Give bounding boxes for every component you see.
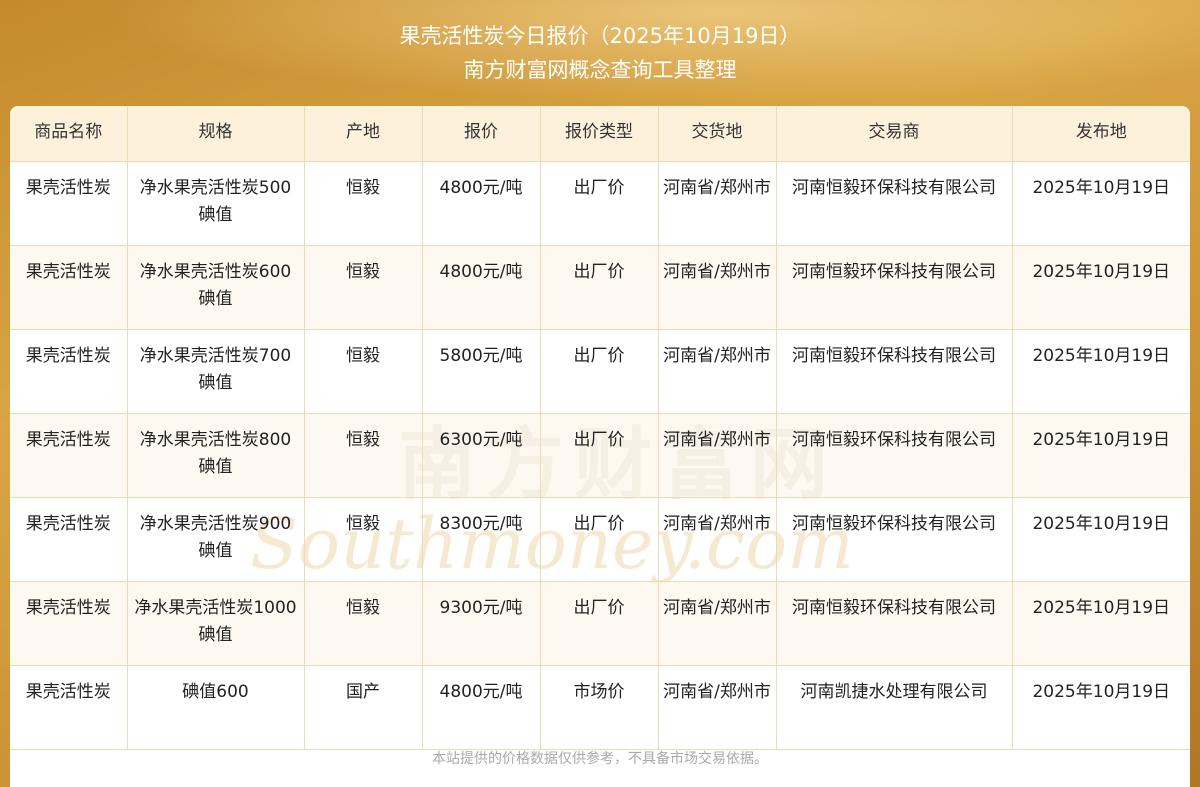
cell-price-type: 出厂价 (540, 581, 659, 666)
cell-price-type: 出厂价 (540, 413, 659, 498)
cell-price: 4800元/吨 (422, 161, 541, 246)
cell-date: 2025年10月19日 (1012, 581, 1190, 666)
column-header-trader: 交易商 (776, 106, 1013, 162)
cell-price-type: 市场价 (540, 665, 659, 750)
disclaimer-note: 本站提供的价格数据仅供参考，不具备市场交易依据。 (432, 751, 768, 767)
column-header-date: 发布地 (1012, 106, 1190, 162)
column-header-price-type: 报价类型 (540, 106, 659, 162)
cell-delivery: 河南省/郑州市 (658, 581, 777, 666)
cell-product: 果壳活性炭 (10, 581, 128, 666)
cell-product: 果壳活性炭 (10, 413, 128, 498)
cell-trader: 河南恒毅环保科技有限公司 (776, 329, 1013, 414)
cell-origin: 恒毅 (304, 413, 423, 498)
cell-price-type: 出厂价 (540, 497, 659, 582)
cell-trader: 河南恒毅环保科技有限公司 (776, 581, 1013, 666)
cell-price: 5800元/吨 (422, 329, 541, 414)
cell-price: 9300元/吨 (422, 581, 541, 666)
cell-date: 2025年10月19日 (1012, 665, 1190, 750)
price-table-panel: 南方财富网 Southmoney.com 商品名称 规格 产地 报价 报价类型 … (10, 106, 1190, 787)
cell-spec: 净水果壳活性炭500碘值 (127, 161, 305, 246)
cell-product: 果壳活性炭 (10, 161, 128, 246)
cell-delivery: 河南省/郑州市 (658, 329, 777, 414)
cell-delivery: 河南省/郑州市 (658, 245, 777, 330)
column-header-origin: 产地 (304, 106, 423, 162)
cell-spec: 净水果壳活性炭900碘值 (127, 497, 305, 582)
cell-price-type: 出厂价 (540, 329, 659, 414)
cell-date: 2025年10月19日 (1012, 413, 1190, 498)
cell-price: 8300元/吨 (422, 497, 541, 582)
column-header-spec: 规格 (127, 106, 305, 162)
cell-spec: 净水果壳活性炭1000碘值 (127, 581, 305, 666)
cell-product: 果壳活性炭 (10, 329, 128, 414)
cell-date: 2025年10月19日 (1012, 161, 1190, 246)
cell-origin: 恒毅 (304, 497, 423, 582)
cell-trader: 河南恒毅环保科技有限公司 (776, 161, 1013, 246)
column-header-delivery: 交货地 (658, 106, 777, 162)
table-header-row: 商品名称 规格 产地 报价 报价类型 交货地 交易商 发布地 (10, 106, 1190, 162)
cell-delivery: 河南省/郑州市 (658, 497, 777, 582)
cell-origin: 恒毅 (304, 245, 423, 330)
page-subtitle: 南方财富网概念查询工具整理 (463, 58, 737, 82)
price-table: 商品名称 规格 产地 报价 报价类型 交货地 交易商 发布地 果壳活性炭 净水果… (10, 106, 1190, 750)
cell-origin: 国产 (304, 665, 423, 750)
cell-origin: 恒毅 (304, 161, 423, 246)
cell-date: 2025年10月19日 (1012, 329, 1190, 414)
table-row: 果壳活性炭 净水果壳活性炭500碘值 恒毅 4800元/吨 出厂价 河南省/郑州… (10, 161, 1190, 246)
cell-date: 2025年10月19日 (1012, 245, 1190, 330)
cell-origin: 恒毅 (304, 581, 423, 666)
cell-origin: 恒毅 (304, 329, 423, 414)
cell-trader: 河南恒毅环保科技有限公司 (776, 497, 1013, 582)
cell-price-type: 出厂价 (540, 161, 659, 246)
cell-spec: 碘值600 (127, 665, 305, 750)
cell-price: 4800元/吨 (422, 665, 541, 750)
cell-price-type: 出厂价 (540, 245, 659, 330)
cell-product: 果壳活性炭 (10, 665, 128, 750)
cell-product: 果壳活性炭 (10, 245, 128, 330)
cell-delivery: 河南省/郑州市 (658, 665, 777, 750)
table-row: 果壳活性炭 碘值600 国产 4800元/吨 市场价 河南省/郑州市 河南凯捷水… (10, 665, 1190, 750)
cell-trader: 河南凯捷水处理有限公司 (776, 665, 1013, 750)
table-row: 果壳活性炭 净水果壳活性炭1000碘值 恒毅 9300元/吨 出厂价 河南省/郑… (10, 581, 1190, 666)
column-header-price: 报价 (422, 106, 541, 162)
cell-date: 2025年10月19日 (1012, 497, 1190, 582)
cell-delivery: 河南省/郑州市 (658, 413, 777, 498)
cell-trader: 河南恒毅环保科技有限公司 (776, 413, 1013, 498)
cell-price: 6300元/吨 (422, 413, 541, 498)
cell-spec: 净水果壳活性炭800碘值 (127, 413, 305, 498)
cell-trader: 河南恒毅环保科技有限公司 (776, 245, 1013, 330)
table-row: 果壳活性炭 净水果壳活性炭800碘值 恒毅 6300元/吨 出厂价 河南省/郑州… (10, 413, 1190, 498)
cell-product: 果壳活性炭 (10, 497, 128, 582)
cell-delivery: 河南省/郑州市 (658, 161, 777, 246)
table-row: 果壳活性炭 净水果壳活性炭600碘值 恒毅 4800元/吨 出厂价 河南省/郑州… (10, 245, 1190, 330)
cell-spec: 净水果壳活性炭600碘值 (127, 245, 305, 330)
column-header-product: 商品名称 (10, 106, 128, 162)
cell-price: 4800元/吨 (422, 245, 541, 330)
table-row: 果壳活性炭 净水果壳活性炭900碘值 恒毅 8300元/吨 出厂价 河南省/郑州… (10, 497, 1190, 582)
table-row: 果壳活性炭 净水果壳活性炭700碘值 恒毅 5800元/吨 出厂价 河南省/郑州… (10, 329, 1190, 414)
page-title: 果壳活性炭今日报价（2025年10月19日） (399, 24, 801, 48)
page-header: 果壳活性炭今日报价（2025年10月19日） 南方财富网概念查询工具整理 (0, 0, 1200, 100)
cell-spec: 净水果壳活性炭700碘值 (127, 329, 305, 414)
